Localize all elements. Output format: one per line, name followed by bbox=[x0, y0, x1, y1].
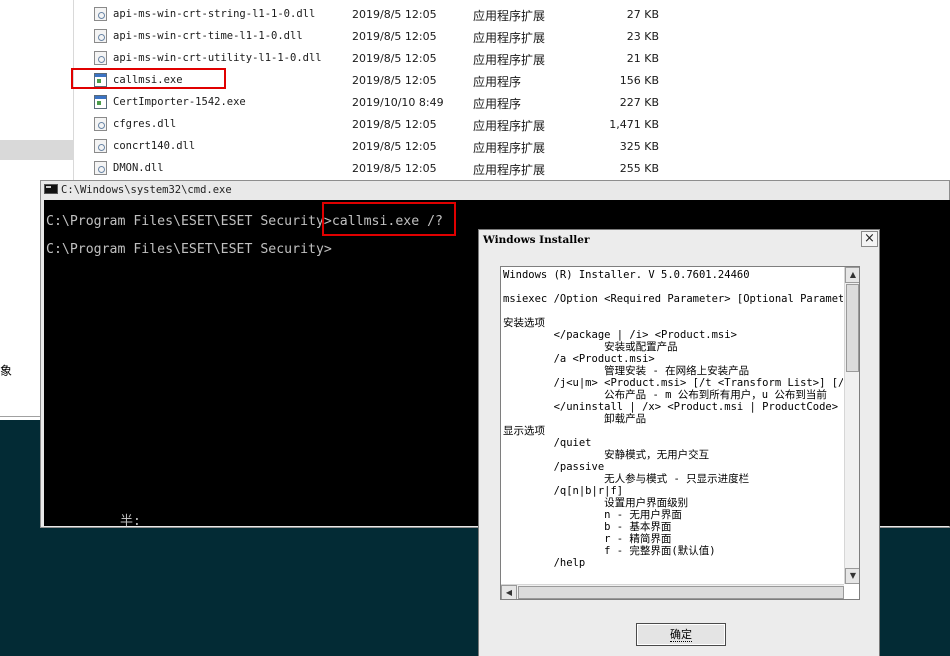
file-row[interactable]: api-ms-win-crt-string-l1-1-0.dll 2019/8/5… bbox=[75, 3, 950, 25]
dll-file-icon bbox=[94, 29, 107, 43]
help-text-line: 安静模式，无用户交互 bbox=[503, 449, 710, 461]
file-row[interactable]: api-ms-win-crt-time-l1-1-0.dll 2019/8/5 1… bbox=[75, 25, 950, 47]
help-text-line: b - 基本界面 bbox=[503, 521, 672, 533]
callmsi-highlight-box bbox=[71, 68, 226, 89]
file-date: 2019/8/5 12:05 bbox=[352, 52, 437, 65]
scroll-left-arrow-icon[interactable]: ◀ bbox=[501, 585, 517, 599]
help-text-line: /j<u|m> <Product.msi> [/t <Transform Lis… bbox=[503, 377, 843, 389]
ime-indicator: 半: bbox=[120, 514, 141, 529]
console-line-prompt: C:\Program Files\ESET\ESET Security> bbox=[46, 242, 332, 257]
file-size: 325 KB bbox=[619, 140, 659, 153]
file-date: 2019/8/5 12:05 bbox=[352, 140, 437, 153]
help-text-line: /q[n|b|r|f] bbox=[503, 485, 624, 497]
help-text-line: /a <Product.msi> bbox=[503, 353, 655, 365]
cmd-title-bar[interactable]: C:\Windows\system32\cmd.exe bbox=[44, 184, 232, 198]
help-text-line: r - 精简界面 bbox=[503, 533, 672, 545]
help-text-line: </package | /i> <Product.msi> bbox=[503, 329, 737, 341]
console-prompt: C:\Program Files\ESET\ESET Security> bbox=[46, 242, 332, 257]
file-row[interactable]: CertImporter-1542.exe 2019/10/10 8:49 应用程序… bbox=[75, 91, 950, 113]
close-button[interactable]: × bbox=[861, 231, 878, 247]
dll-file-icon bbox=[94, 51, 107, 65]
navigation-divider bbox=[0, 416, 41, 417]
help-text-line bbox=[503, 281, 843, 293]
file-type: 应用程序扩展 bbox=[473, 119, 546, 133]
scroll-up-arrow-icon[interactable]: ▲ bbox=[845, 267, 859, 283]
help-text-line: Windows (R) Installer. V 5.0.7601.24460 bbox=[503, 269, 750, 281]
vertical-scrollbar[interactable]: ▲ ▼ bbox=[844, 267, 859, 584]
file-type: 应用程序扩展 bbox=[473, 53, 546, 67]
file-type: 应用程序扩展 bbox=[473, 141, 546, 155]
windows-installer-dialog: Windows Installer × Windows (R) Installe… bbox=[478, 229, 880, 656]
command-highlight-box bbox=[322, 202, 456, 236]
file-size: 255 KB bbox=[619, 162, 659, 175]
file-date: 2019/8/5 12:05 bbox=[352, 74, 437, 87]
help-text-line: 公布产品 - m 公布到所有用户，u 公布到当前 bbox=[503, 389, 827, 401]
help-text-line: f - 完整界面(默认值) bbox=[503, 545, 716, 557]
dialog-title: Windows Installer bbox=[483, 234, 590, 246]
navigation-item-fragment[interactable]: 象 bbox=[0, 362, 12, 379]
file-row[interactable]: api-ms-win-crt-utility-l1-1-0.dll 2019/8/… bbox=[75, 47, 950, 69]
dll-file-icon bbox=[94, 161, 107, 175]
file-size: 27 KB bbox=[626, 8, 659, 21]
file-date: 2019/8/5 12:05 bbox=[352, 118, 437, 131]
file-size: 1,471 KB bbox=[609, 118, 659, 131]
file-row[interactable]: concrt140.dll 2019/8/5 12:05 应用程序扩展 325 KB bbox=[75, 135, 950, 157]
dll-file-icon bbox=[94, 117, 107, 131]
file-date: 2019/10/10 8:49 bbox=[352, 96, 444, 109]
dll-file-icon bbox=[94, 139, 107, 153]
help-text-box[interactable]: Windows (R) Installer. V 5.0.7601.24460 m… bbox=[500, 266, 860, 600]
file-name: concrt140.dll bbox=[113, 140, 196, 152]
file-name: DMON.dll bbox=[113, 162, 164, 174]
help-text-line: 设置用户界面级别 bbox=[503, 497, 689, 509]
file-type: 应用程序 bbox=[473, 75, 522, 89]
vertical-scroll-thumb[interactable] bbox=[846, 284, 859, 372]
help-text-line: 无人参与模式 - 只显示进度栏 bbox=[503, 473, 750, 485]
help-text-line: 管理安装 - 在网络上安装产品 bbox=[503, 365, 750, 377]
file-name: CertImporter-1542.exe bbox=[113, 96, 246, 108]
help-text-line: 安装或配置产品 bbox=[503, 341, 678, 353]
help-text-line: </uninstall | /x> <Product.msi | Product… bbox=[503, 401, 839, 413]
help-text-line: n - 无用户界面 bbox=[503, 509, 682, 521]
help-text-line: /quiet bbox=[503, 437, 592, 449]
help-text-line: /passive bbox=[503, 461, 605, 473]
dll-file-icon bbox=[94, 7, 107, 21]
file-size: 21 KB bbox=[626, 52, 659, 65]
file-row[interactable]: DMON.dll 2019/8/5 12:05 应用程序扩展 255 KB bbox=[75, 157, 950, 179]
cmd-title-text: C:\Windows\system32\cmd.exe bbox=[61, 184, 232, 196]
help-text-line: 卸载产品 bbox=[503, 413, 647, 425]
file-size: 23 KB bbox=[626, 30, 659, 43]
help-text-line: /help bbox=[503, 557, 586, 569]
horizontal-scrollbar[interactable]: ◀ bbox=[501, 584, 844, 599]
help-text-content: Windows (R) Installer. V 5.0.7601.24460 m… bbox=[503, 269, 843, 597]
help-text-line bbox=[503, 305, 843, 317]
navigation-selected-item[interactable] bbox=[0, 140, 73, 160]
file-date: 2019/8/5 12:05 bbox=[352, 8, 437, 21]
ok-button-label: 确定 bbox=[670, 628, 692, 642]
file-date: 2019/8/5 12:05 bbox=[352, 162, 437, 175]
file-type: 应用程序 bbox=[473, 97, 522, 111]
file-type: 应用程序扩展 bbox=[473, 9, 546, 23]
exe-file-icon bbox=[94, 95, 107, 109]
file-type: 应用程序扩展 bbox=[473, 31, 546, 45]
help-text-line: 安装选项 bbox=[503, 317, 545, 329]
file-name: api-ms-win-crt-string-l1-1-0.dll bbox=[113, 8, 316, 20]
file-size: 227 KB bbox=[619, 96, 659, 109]
help-text-line: msiexec /Option <Required Parameter> [Op… bbox=[503, 293, 843, 305]
horizontal-scroll-thumb[interactable] bbox=[518, 586, 844, 599]
file-name: api-ms-win-crt-time-l1-1-0.dll bbox=[113, 30, 303, 42]
help-text-line: 显示选项 bbox=[503, 425, 545, 437]
file-name: api-ms-win-crt-utility-l1-1-0.dll bbox=[113, 52, 322, 64]
file-name: cfgres.dll bbox=[113, 118, 177, 130]
file-type: 应用程序扩展 bbox=[473, 163, 546, 177]
console-icon bbox=[44, 184, 58, 194]
console-prompt: C:\Program Files\ESET\ESET Security> bbox=[46, 214, 332, 229]
scroll-down-arrow-icon[interactable]: ▼ bbox=[845, 568, 859, 584]
file-date: 2019/8/5 12:05 bbox=[352, 30, 437, 43]
file-row[interactable]: cfgres.dll 2019/8/5 12:05 应用程序扩展 1,471 KB bbox=[75, 113, 950, 135]
ok-button[interactable]: 确定 bbox=[636, 623, 726, 646]
file-size: 156 KB bbox=[619, 74, 659, 87]
